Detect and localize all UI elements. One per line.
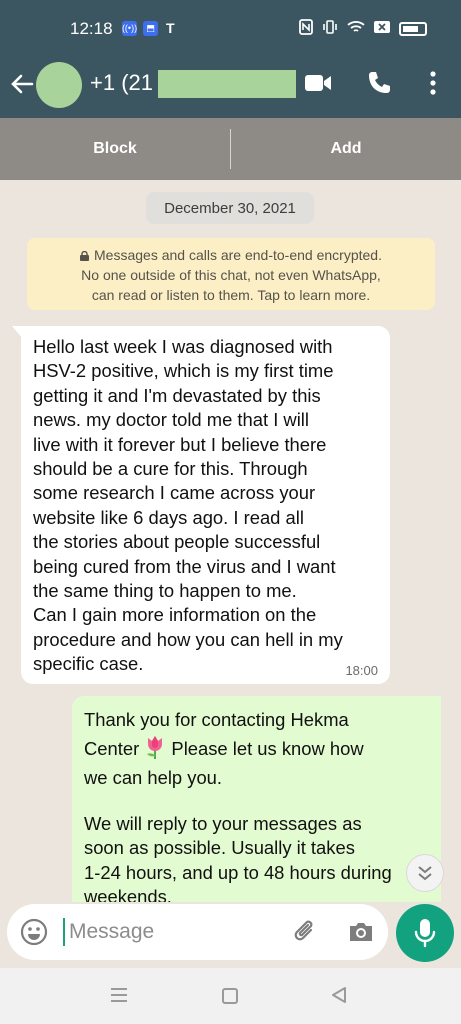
block-button[interactable]: Block	[0, 140, 230, 158]
encryption-notice[interactable]: Messages and calls are end-to-end encryp…	[27, 238, 435, 310]
lock-icon	[80, 251, 90, 261]
emoji-icon[interactable]	[20, 918, 48, 946]
tulip-emoji-icon	[147, 736, 163, 759]
avatar[interactable]	[36, 62, 82, 108]
chat-header: +1 (21	[0, 56, 461, 118]
back-arrow-icon[interactable]	[8, 70, 36, 98]
contact-name[interactable]: +1 (21	[90, 70, 153, 96]
more-options-icon[interactable]	[424, 70, 442, 96]
voice-message-button[interactable]	[396, 904, 454, 962]
date-chip: December 30, 2021	[146, 192, 314, 224]
outgoing-line-2-start: Center	[84, 738, 145, 759]
status-bar: 12:18 ((•)) ⬒ T	[0, 0, 461, 56]
incoming-message[interactable]: Hello last week I was diagnosed with HSV…	[12, 326, 390, 684]
app-badge-icon: ⬒	[143, 20, 158, 36]
chat-area[interactable]: December 30, 2021 Messages and calls are…	[0, 180, 461, 902]
recents-icon[interactable]	[110, 987, 128, 1003]
system-nav-bar	[0, 968, 461, 1024]
carrier-mark: T	[166, 20, 175, 36]
nav-back-icon[interactable]	[330, 986, 348, 1004]
video-call-icon[interactable]	[304, 72, 332, 94]
microphone-icon	[414, 919, 436, 948]
outgoing-line-2-end: Please let us know how	[166, 738, 364, 759]
message-time: 18:00	[345, 663, 378, 678]
wifi-icon	[347, 20, 365, 37]
vibrate-icon	[322, 19, 338, 38]
double-chevron-down-icon	[418, 866, 432, 881]
message-composer	[7, 904, 388, 960]
outgoing-message[interactable]: Thank you for contacting Hekma Center Pl…	[72, 696, 441, 902]
outgoing-paragraph-2: We will reply to your messages as soon a…	[84, 813, 392, 902]
home-icon[interactable]	[222, 988, 238, 1004]
incoming-message-text: Hello last week I was diagnosed with HSV…	[33, 336, 343, 675]
paperclip-icon[interactable]	[291, 918, 319, 946]
contact-actions-bar: Block Add	[0, 118, 461, 180]
text-cursor	[63, 918, 65, 946]
outgoing-line-3: we can help you.	[84, 767, 223, 788]
message-input[interactable]	[69, 917, 279, 947]
encryption-line-1: Messages and calls are end-to-end encryp…	[94, 247, 382, 263]
encryption-line-2: No one outside of this chat, not even Wh…	[81, 267, 381, 283]
radio-badge-icon: ((•))	[122, 20, 137, 36]
voice-call-icon[interactable]	[366, 70, 392, 96]
encryption-line-3: can read or listen to them. Tap to learn…	[91, 287, 371, 303]
status-time: 12:18	[70, 19, 113, 38]
add-contact-button[interactable]: Add	[231, 140, 461, 158]
outgoing-line-1: Thank you for contacting Hekma	[84, 709, 349, 730]
box-icon	[374, 20, 390, 37]
redacted-number	[158, 70, 296, 98]
battery-icon	[399, 21, 427, 36]
nfc-icon	[299, 19, 313, 38]
camera-icon[interactable]	[348, 919, 374, 943]
scroll-to-bottom-button[interactable]	[406, 854, 444, 892]
